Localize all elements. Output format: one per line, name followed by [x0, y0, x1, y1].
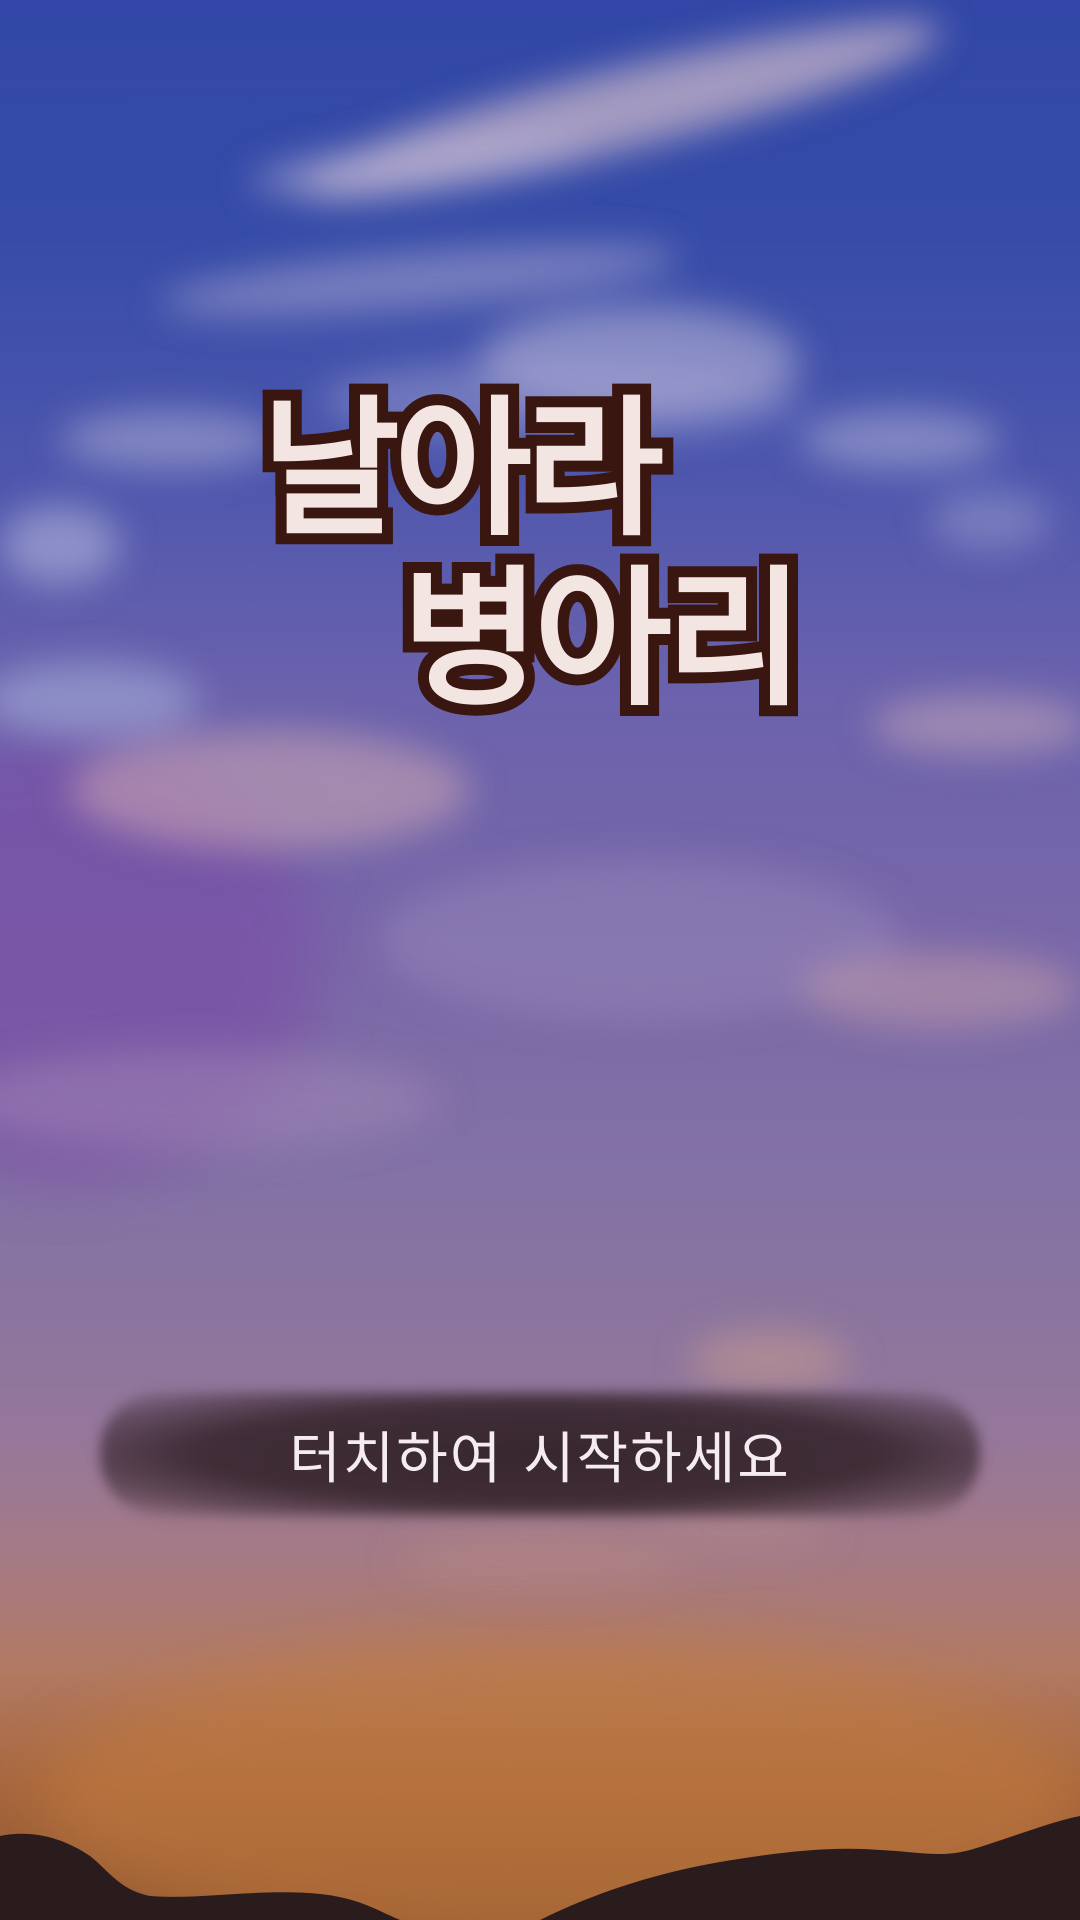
- game-title-line-1: 날아라: [251, 383, 675, 557]
- sky-background: [0, 21, 1080, 1920]
- touch-to-start-label: 터치하여 시작하세요: [289, 1426, 791, 1492]
- touch-to-start-button[interactable]: 터치하여 시작하세요: [90, 1388, 990, 1520]
- title-screen[interactable]: 날아라 병아리 터치하여 시작하세요: [0, 0, 1080, 1920]
- game-title-line-2: 병아리: [391, 553, 815, 727]
